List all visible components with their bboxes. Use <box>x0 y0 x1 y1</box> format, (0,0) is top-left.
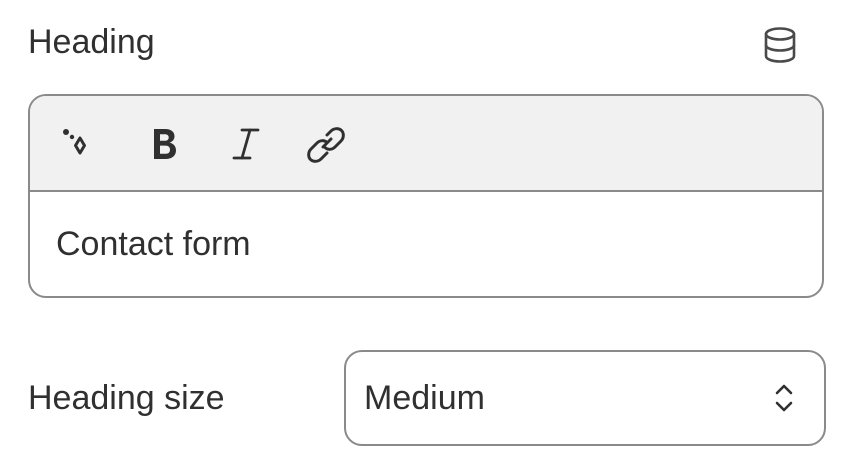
select-chevron-icon <box>772 378 796 418</box>
heading-rich-text-editor: Contact form <box>28 94 824 298</box>
link-icon[interactable] <box>302 120 350 168</box>
ai-sparkle-icon[interactable] <box>54 120 102 168</box>
heading-size-select[interactable]: Medium <box>344 350 826 446</box>
editor-toolbar <box>30 96 822 192</box>
heading-label: Heading <box>28 23 155 61</box>
heading-text-input[interactable]: Contact form <box>30 192 822 296</box>
heading-size-label: Heading size <box>28 379 225 417</box>
italic-icon[interactable] <box>222 120 270 168</box>
database-icon[interactable] <box>758 24 802 66</box>
bold-icon[interactable] <box>140 120 188 168</box>
heading-size-value: Medium <box>364 379 485 417</box>
